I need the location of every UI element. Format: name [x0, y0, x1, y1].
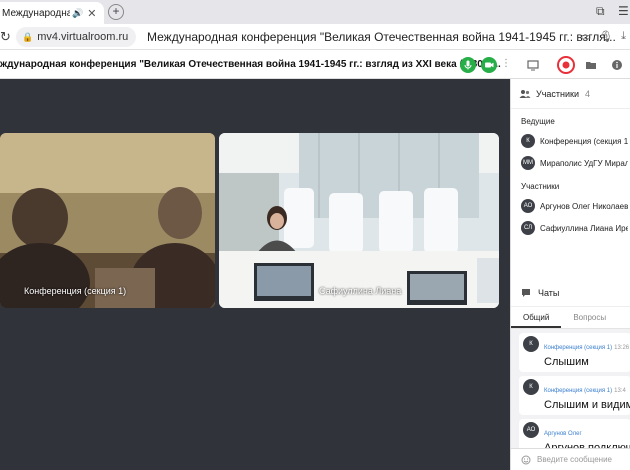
reload-icon[interactable]: ↻ — [0, 29, 11, 45]
chat-icon — [522, 288, 530, 297]
screen-share-button[interactable] — [524, 56, 542, 74]
chat-message: К Конференция (секция 1) 13:4 Слышим и ви… — [519, 376, 630, 415]
browser-tab[interactable]: Международная ко 🔊 ✕ — [0, 2, 104, 24]
message-time: 13:26 — [614, 345, 630, 351]
addressbar-actions: ▭ 🎙 ⤓ — [581, 30, 626, 43]
menu-icon[interactable]: ☰ — [618, 4, 629, 18]
message-author: Аргунов Олег — [544, 431, 582, 437]
avatar: К — [523, 336, 539, 352]
page-title: Международная конференция "Великая Отече… — [147, 30, 616, 44]
video-stage: Конференция (секция 1) Сафиуллина Лиана — [0, 79, 510, 470]
lock-icon: 🔒 — [22, 31, 34, 42]
participant-name: Мираполис УдГУ Миралд — [540, 158, 628, 168]
chat-title: Чаты — [538, 287, 560, 298]
chat-tabs: Общий Вопросы — [511, 307, 630, 329]
address-bar: ↻ 🔒 mv4.virtualroom.ru Международная кон… — [0, 24, 630, 50]
url-text: mv4.virtualroom.ru — [37, 31, 129, 43]
chat-section: Чаты Общий Вопросы К Конференция (секция… — [511, 279, 630, 470]
microphone-button[interactable] — [460, 57, 476, 73]
participants-header[interactable]: Участники 4 — [511, 79, 630, 109]
tab-questions[interactable]: Вопросы — [561, 307, 618, 328]
participant-row[interactable]: АО Аргунов Олег Николаев — [511, 195, 630, 217]
message-author: Конференция (секция 1) — [544, 345, 613, 351]
browser-tabstrip: Международная ко 🔊 ✕ + ⧉ ☰ — [0, 0, 630, 24]
participants-count: 4 — [585, 88, 591, 99]
avatar: АО — [521, 199, 535, 213]
chat-input-placeholder: Введите сообщение — [537, 455, 612, 464]
more-icon[interactable]: ⋮ — [501, 58, 511, 69]
record-button[interactable] — [557, 56, 575, 74]
close-icon[interactable]: ✕ — [87, 7, 96, 20]
participant-row[interactable]: К Конференция (секция 1) — [511, 130, 630, 152]
chat-header[interactable]: Чаты — [511, 279, 630, 307]
chat-input[interactable]: Введите сообщение — [511, 448, 630, 470]
speaker-icon[interactable]: 🔊 — [72, 8, 83, 19]
message-time: 13:4 — [614, 388, 626, 394]
hosts-section-title: Ведущие — [521, 117, 555, 126]
message-text: Слышим — [544, 356, 589, 368]
video-label: Сафиуллина Лиана — [319, 286, 402, 296]
copy-icon[interactable]: ⧉ — [596, 4, 605, 19]
video-label: Конференция (секция 1) — [24, 286, 127, 296]
video-feed-image — [0, 133, 215, 308]
avatar: К — [523, 379, 539, 395]
folder-button[interactable] — [582, 56, 600, 74]
participant-name: Аргунов Олег Николаев — [540, 201, 628, 211]
record-icon — [562, 61, 570, 69]
avatar: К — [521, 134, 535, 148]
download-icon[interactable]: ⤓ — [621, 30, 626, 43]
side-panel: Участники 4 Ведущие К Конференция (секци… — [510, 79, 630, 470]
camera-icon — [485, 62, 494, 68]
message-author: Конференция (секция 1) — [544, 388, 613, 394]
video-feed-image — [219, 133, 499, 308]
participant-name: Конференция (секция 1) — [540, 136, 628, 146]
users-icon — [519, 89, 531, 98]
participant-row[interactable]: ММ Мираполис УдГУ Миралд — [511, 152, 630, 174]
new-tab-button[interactable]: + — [108, 4, 124, 20]
conference-title: ждународная конференция "Великая Отечест… — [0, 59, 501, 70]
participant-name: Сафиуллина Лиана Ирен — [540, 223, 628, 233]
url-field[interactable]: 🔒 mv4.virtualroom.ru — [16, 27, 136, 47]
microphone-icon — [464, 60, 472, 70]
chat-message: К Конференция (секция 1) 13:26 Слышим — [519, 333, 630, 372]
camera-button[interactable] — [481, 57, 497, 73]
tab-general[interactable]: Общий — [511, 307, 562, 328]
video-tile-safiullina[interactable]: Сафиуллина Лиана — [219, 133, 499, 308]
screen-share-icon — [527, 60, 539, 71]
avatar: СЛ — [521, 221, 535, 235]
participant-row[interactable]: СЛ Сафиуллина Лиана Ирен — [511, 217, 630, 239]
emoji-icon[interactable] — [521, 455, 531, 465]
conference-header: ждународная конференция "Великая Отечест… — [0, 51, 630, 79]
message-text: Слышим и видим — [544, 399, 630, 411]
video-tile-conference[interactable]: Конференция (секция 1) — [0, 133, 215, 308]
members-section-title: Участники — [521, 182, 560, 191]
info-icon — [612, 60, 622, 70]
microphone-icon[interactable]: 🎙 — [599, 30, 613, 43]
avatar: АО — [523, 422, 539, 438]
tab-title: Международная ко — [2, 7, 70, 19]
avatar: ММ — [521, 156, 535, 170]
participants-title: Участники — [536, 88, 579, 99]
chat-icon[interactable]: ▭ — [581, 30, 591, 43]
folder-icon — [586, 62, 596, 69]
info-button[interactable] — [608, 56, 626, 74]
